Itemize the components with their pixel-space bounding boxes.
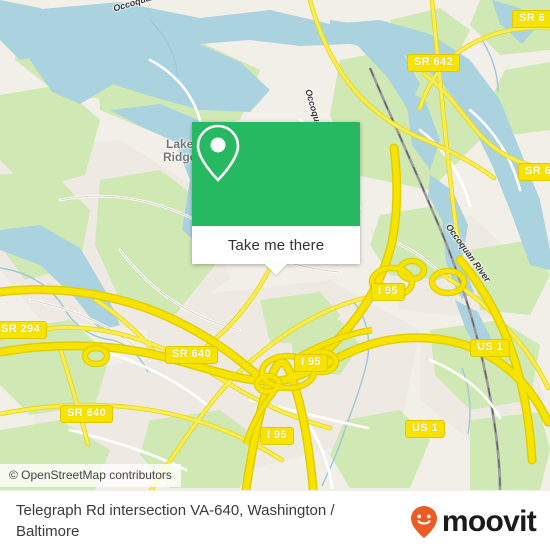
shield-i-95-lower[interactable]: I 95: [260, 427, 294, 445]
moovit-wordmark: moovit: [441, 505, 537, 538]
location-caption: Telegraph Rd intersection VA-640, Washin…: [16, 502, 335, 540]
shield-sr-640-middle[interactable]: SR 640: [165, 346, 219, 364]
shield-sr-6-clipped-right[interactable]: SR 6: [518, 163, 550, 181]
shield-sr-640-lower[interactable]: SR 640: [60, 405, 114, 423]
screenshot-root: Occoquan River Occoquan Occoquan River L…: [0, 0, 550, 550]
card-pointer-tail: [265, 264, 287, 275]
shield-sr-642[interactable]: SR 642: [407, 54, 461, 72]
footer-bar: Telegraph Rd intersection VA-640, Washin…: [0, 490, 550, 550]
shield-i-95-middle[interactable]: I 95: [294, 354, 328, 372]
osm-attribution[interactable]: © OpenStreetMap contributors: [0, 464, 181, 487]
shield-i-95-upper[interactable]: I 95: [371, 283, 405, 301]
take-me-there-button[interactable]: Take me there: [228, 237, 324, 254]
location-popup-card[interactable]: Take me there: [192, 122, 360, 275]
map-pin-icon: [196, 124, 240, 182]
shield-sr-6-clipped-top[interactable]: SR 6: [512, 10, 550, 28]
shield-us-1-lower[interactable]: US 1: [405, 420, 446, 438]
card-action-area[interactable]: Take me there: [192, 226, 360, 275]
card-icon-area: [192, 122, 360, 226]
map-canvas[interactable]: Occoquan River Occoquan Occoquan River L…: [0, 0, 550, 490]
moovit-brand[interactable]: moovit: [408, 505, 537, 539]
shield-us-1-upper[interactable]: US 1: [470, 339, 511, 357]
shield-sr-294[interactable]: SR 294: [0, 321, 48, 339]
moovit-pin-smiley-icon: [410, 506, 437, 538]
